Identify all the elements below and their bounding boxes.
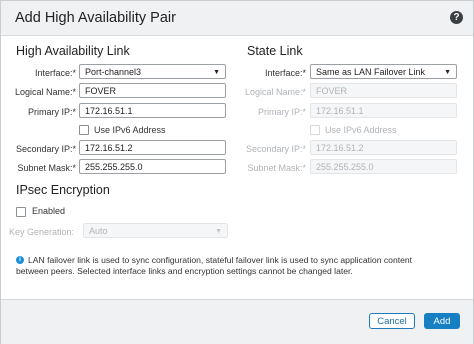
state-logical-name-label: Logical Name:* xyxy=(244,87,306,97)
cancel-button[interactable]: Cancel xyxy=(369,313,415,329)
ha-interface-select[interactable]: Port-channel3 ▼ xyxy=(79,64,226,79)
state-interface-label: Interface:* xyxy=(264,68,306,78)
key-generation-value: Auto xyxy=(89,226,108,236)
ipsec-heading: IPsec Encryption xyxy=(16,183,110,197)
state-logical-name-input: FOVER xyxy=(310,83,457,98)
ha-subnet-mask-label: Subnet Mask:* xyxy=(17,163,76,173)
ipsec-enabled-checkbox[interactable] xyxy=(16,207,26,217)
ha-subnet-mask-input[interactable]: 255.255.255.0 xyxy=(79,159,226,174)
state-interface-value: Same as LAN Failover Link xyxy=(316,67,426,77)
ha-secondary-ip-input[interactable]: 172.16.51.2 xyxy=(79,140,226,155)
ha-primary-ip-value: 172.16.51.1 xyxy=(85,106,133,116)
ipsec-enabled-label: Enabled xyxy=(32,206,66,216)
state-subnet-mask-input: 255.255.255.0 xyxy=(310,159,457,174)
add-ha-pair-dialog: Add High Availability Pair ? High Availa… xyxy=(0,0,474,344)
ha-ipv6-checkbox[interactable] xyxy=(79,125,89,135)
state-logical-name-value: FOVER xyxy=(316,86,348,96)
state-subnet-mask-label: Subnet Mask:* xyxy=(247,163,306,173)
state-primary-ip-value: 172.16.51.1 xyxy=(316,106,364,116)
ha-interface-value: Port-channel3 xyxy=(85,67,142,77)
ha-subnet-mask-value: 255.255.255.0 xyxy=(85,162,143,172)
ha-logical-name-label: Logical Name:* xyxy=(14,87,76,97)
chevron-down-icon: ▼ xyxy=(215,228,222,235)
ha-ipv6-label: Use IPv6 Address xyxy=(94,125,166,135)
ha-secondary-ip-label: Secondary IP:* xyxy=(15,144,76,154)
state-ipv6-checkbox xyxy=(310,125,320,135)
add-button[interactable]: Add xyxy=(424,313,460,329)
state-secondary-ip-label: Secondary IP:* xyxy=(245,144,306,154)
state-primary-ip-input: 172.16.51.1 xyxy=(310,103,457,118)
dialog-title: Add High Availability Pair xyxy=(15,10,176,26)
ha-interface-label: Interface:* xyxy=(34,68,76,78)
state-primary-ip-label: Primary IP:* xyxy=(257,107,306,117)
chevron-down-icon: ▼ xyxy=(444,69,451,76)
key-generation-label: Key Generation: xyxy=(9,227,75,237)
ha-link-heading: High Availability Link xyxy=(16,44,130,58)
key-generation-select: Auto ▼ xyxy=(83,223,228,238)
chevron-down-icon: ▼ xyxy=(213,69,220,76)
state-subnet-mask-value: 255.255.255.0 xyxy=(316,162,374,172)
help-icon[interactable]: ? xyxy=(450,11,463,24)
state-secondary-ip-value: 172.16.51.2 xyxy=(316,143,364,153)
ha-primary-ip-label: Primary IP:* xyxy=(27,107,76,117)
state-link-heading: State Link xyxy=(247,44,303,58)
state-secondary-ip-input: 172.16.51.2 xyxy=(310,140,457,155)
ha-logical-name-input[interactable]: FOVER xyxy=(79,83,226,98)
ha-secondary-ip-value: 172.16.51.2 xyxy=(85,143,133,153)
ha-primary-ip-input[interactable]: 172.16.51.1 xyxy=(79,103,226,118)
info-message: LAN failover link is used to sync config… xyxy=(16,255,413,276)
dialog-header: Add High Availability Pair ? xyxy=(1,1,473,36)
dialog-footer: Cancel Add xyxy=(1,299,473,344)
ha-logical-name-value: FOVER xyxy=(85,86,117,96)
state-interface-select[interactable]: Same as LAN Failover Link ▼ xyxy=(310,64,457,79)
state-ipv6-label: Use IPv6 Address xyxy=(325,125,397,135)
